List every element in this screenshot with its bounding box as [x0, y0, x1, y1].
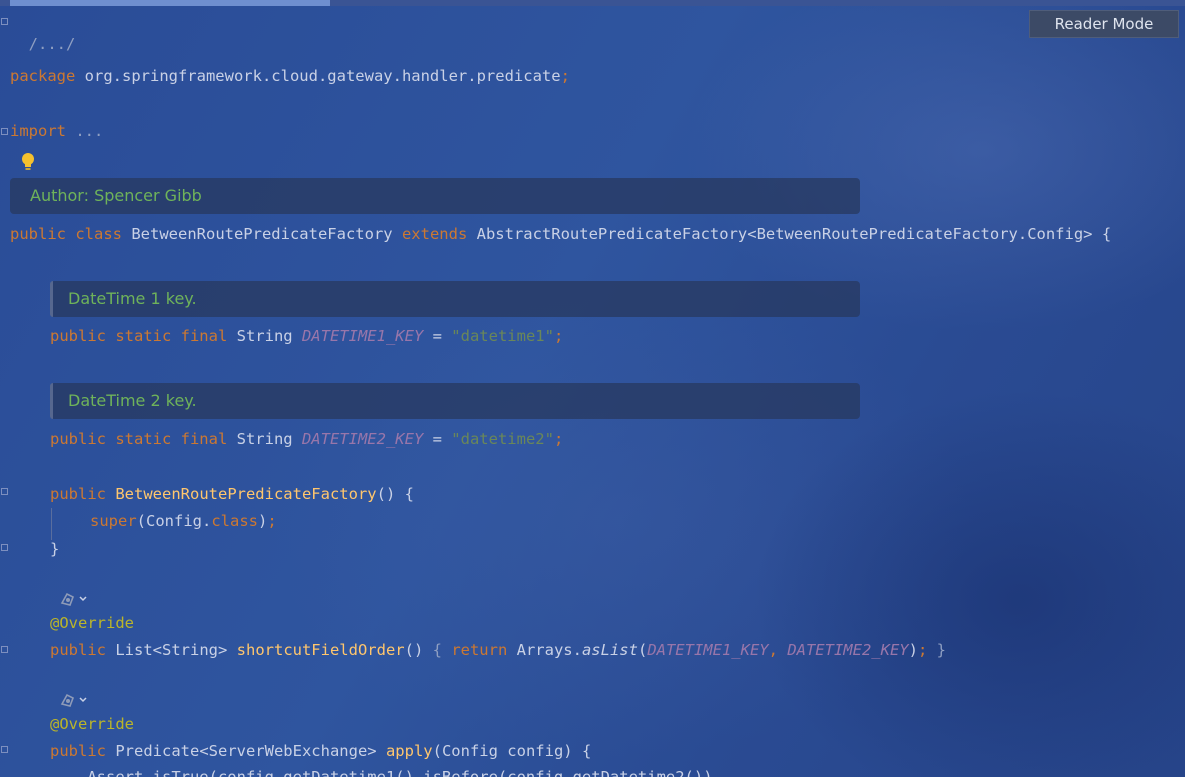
override-method-icon[interactable] [58, 692, 88, 708]
semicolon: ; [553, 327, 564, 345]
super-keyword: super [90, 512, 137, 530]
code-line-constructor-end: } [50, 538, 59, 560]
extends-keyword: extends [401, 225, 468, 243]
apply-method-name: apply [385, 742, 433, 760]
code-line-shortcut-field-order: public List<String> shortcutFieldOrder()… [50, 639, 946, 661]
string-type: String [227, 430, 302, 448]
code-line-package: package org.springframework.cloud.gatewa… [10, 65, 570, 87]
apply-signature: (Config config) { [432, 742, 592, 760]
field2-value: "datetime2" [451, 430, 554, 448]
class-doc-text: Author: Spencer Gibb [30, 186, 202, 205]
doc-bar [50, 383, 53, 419]
public-keyword: public [50, 641, 106, 659]
class-keyword: class [66, 225, 132, 243]
override-annotation: @Override [50, 614, 134, 632]
fold-marker-icon[interactable] [1, 18, 8, 25]
return-keyword: return [451, 641, 508, 659]
comma: , [768, 641, 788, 659]
paren-close: ) [908, 641, 918, 659]
field1-name: DATETIME1_KEY [301, 327, 424, 345]
fold-marker-icon[interactable] [1, 488, 8, 495]
paren-open: ( [637, 641, 648, 659]
scrollbar-thumb[interactable] [10, 0, 330, 6]
datetime2-ref: DATETIME2_KEY [787, 641, 909, 659]
string-type: String [227, 327, 302, 345]
semicolon: ; [553, 430, 564, 448]
package-name: org.springframework.cloud.gateway.handle… [75, 67, 561, 85]
field1-doc-text: DateTime 1 key. [68, 289, 197, 308]
indent-guide [51, 508, 52, 540]
code-line-apply: public Predicate<ServerWebExchange> appl… [50, 740, 591, 762]
fold-marker-icon[interactable] [1, 128, 8, 135]
constructor-signature: () { [376, 485, 414, 503]
override-annotation: @Override [50, 715, 134, 733]
semicolon: ; [560, 67, 570, 85]
shortcut-params: () [404, 641, 433, 659]
field2-doc-text: DateTime 2 key. [68, 391, 197, 410]
super-class-name: AbstractRoutePredicateFactory<BetweenRou… [467, 225, 1112, 243]
override-method-icon[interactable] [58, 591, 88, 607]
arrays-class: Arrays. [507, 641, 582, 659]
code-line-field2: public static final String DATETIME2_KEY… [50, 428, 563, 450]
code-line-override1: @Override [50, 612, 134, 634]
predicate-type: Predicate<ServerWebExchange> [106, 742, 386, 760]
open-brace: { [432, 641, 452, 659]
folded-imports[interactable]: ... [66, 122, 103, 140]
public-keyword: public [50, 485, 106, 503]
fold-marker-icon[interactable] [1, 646, 8, 653]
assign-operator: = [423, 430, 452, 448]
field-modifiers: public static final [50, 430, 228, 448]
code-line-header: /.../ [10, 11, 76, 53]
assign-operator: = [423, 327, 452, 345]
public-keyword: public [10, 225, 66, 243]
list-type: List<String> [106, 641, 237, 659]
fold-marker-icon[interactable] [1, 544, 8, 551]
aslist-call: asList [581, 641, 638, 659]
close-brace: } [50, 540, 60, 558]
super-args: (Config. [136, 512, 212, 530]
class-literal: class [211, 512, 258, 530]
lightbulb-icon[interactable] [20, 152, 36, 172]
assert-statement: Assert.isTrue(config.getDatetime1().isBe… [50, 768, 713, 777]
field1-doc-comment: DateTime 1 key. [50, 281, 860, 317]
fold-marker-icon[interactable] [1, 746, 8, 753]
code-line-assert: Assert.isTrue(config.getDatetime1().isBe… [50, 766, 713, 777]
super-args-close: ) [258, 512, 268, 530]
class-name: BetweenRoutePredicateFactory [131, 225, 402, 243]
code-line-override2: @Override [50, 713, 134, 735]
semicolon: ; [267, 512, 277, 530]
code-line-field1: public static final String DATETIME1_KEY… [50, 325, 563, 347]
code-line-constructor: public BetweenRoutePredicateFactory() { [50, 483, 414, 505]
reader-mode-button[interactable]: Reader Mode [1029, 10, 1179, 38]
code-line-class-declaration: public class BetweenRoutePredicateFactor… [10, 223, 1111, 245]
editor-gutter [0, 6, 9, 777]
semicolon: ; [917, 641, 928, 659]
horizontal-scrollbar[interactable] [0, 0, 1185, 6]
close-brace: } [927, 641, 946, 659]
package-keyword: package [10, 67, 76, 85]
doc-bar [50, 281, 53, 317]
code-line-super-call: super(Config.class); [90, 510, 277, 532]
code-line-import: import ... [10, 120, 103, 142]
public-keyword: public [50, 742, 106, 760]
field2-doc-comment: DateTime 2 key. [50, 383, 860, 419]
datetime1-ref: DATETIME1_KEY [647, 641, 769, 659]
field1-value: "datetime1" [451, 327, 554, 345]
shortcut-method-name: shortcutFieldOrder [236, 641, 405, 659]
field-modifiers: public static final [50, 327, 228, 345]
folded-header-comment[interactable]: /.../ [29, 35, 76, 53]
class-doc-comment: Author: Spencer Gibb [10, 178, 860, 214]
constructor-name: BetweenRoutePredicateFactory [106, 485, 377, 503]
import-keyword: import [10, 122, 66, 140]
field2-name: DATETIME2_KEY [301, 430, 424, 448]
